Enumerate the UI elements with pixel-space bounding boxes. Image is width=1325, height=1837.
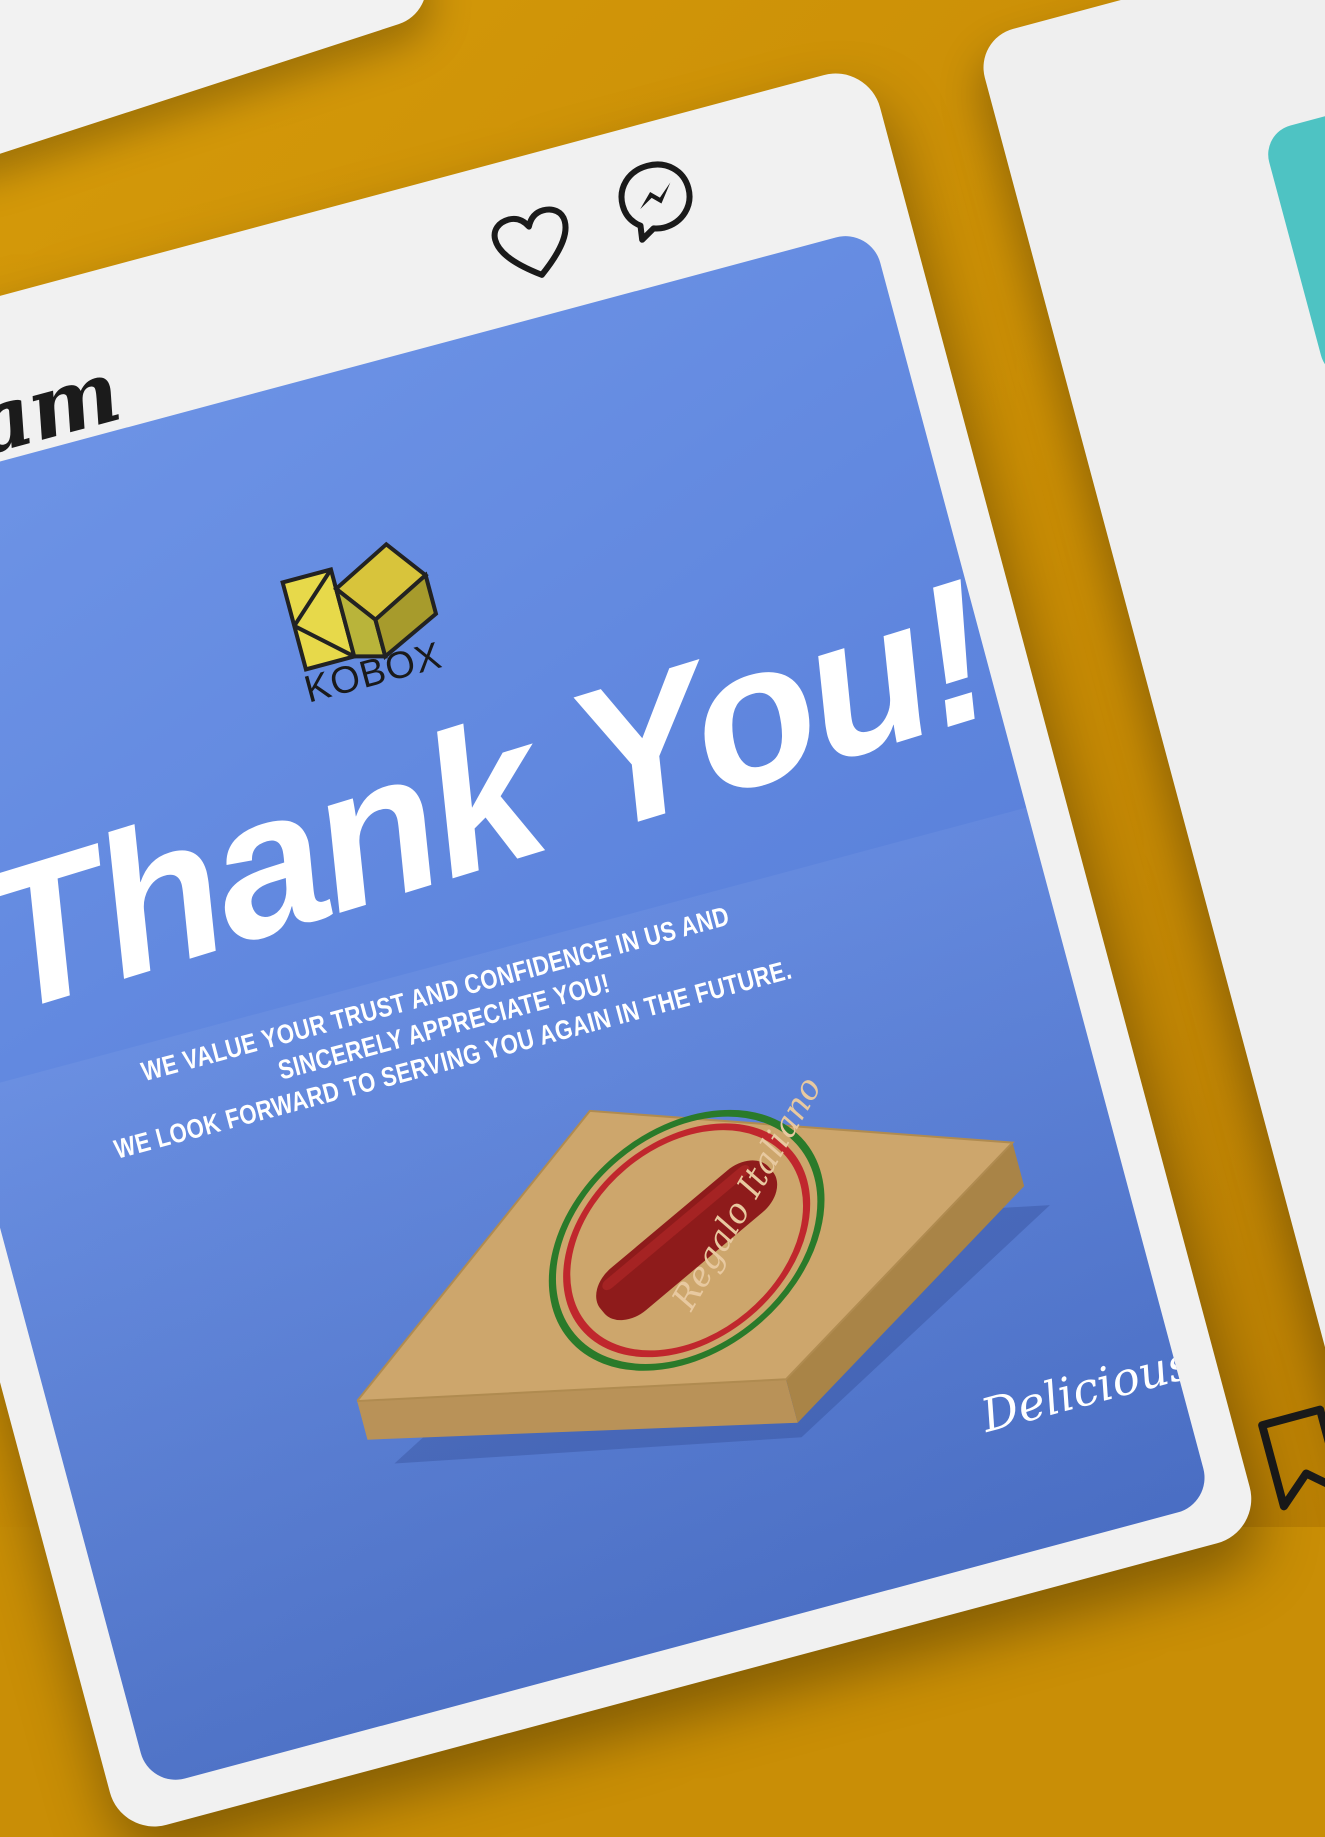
messenger-icon[interactable] <box>607 150 705 248</box>
heart-icon[interactable] <box>486 201 582 291</box>
